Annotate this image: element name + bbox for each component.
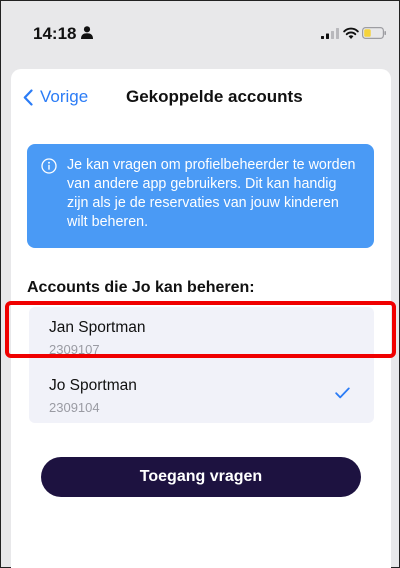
account-row-jo-sportman[interactable]: Jo Sportman 2309104 [29,365,374,423]
battery-icon [362,27,386,39]
chevron-left-icon [23,88,33,106]
back-label: Vorige [40,87,89,106]
status-time: 14:18 [33,24,77,43]
page-title: Gekoppelde accounts [126,87,303,106]
status-bar: 14:18 [1,1,399,63]
info-banner: Je kan vragen om profielbeheerder te wor… [27,144,374,248]
modal-sheet: Vorige Gekoppelde accounts Je kan vragen… [11,69,391,568]
person-icon [81,26,93,39]
signal-icon [321,28,339,39]
info-icon [41,158,57,174]
phone-frame: 14:18 Vorige Gekoppelde accounts Je kan … [0,0,400,568]
account-row-jan-sportman[interactable]: Jan Sportman 2309107 [29,307,374,365]
nav-bar: Vorige Gekoppelde accounts [11,69,391,123]
back-button[interactable]: Vorige [23,85,88,109]
checkmark-icon [335,387,350,399]
section-heading: Accounts die Jo kan beheren: [27,279,255,296]
wifi-icon [343,27,359,39]
account-name: Jan Sportman [49,319,146,336]
account-id: 2309107 [49,342,100,357]
account-name: Jo Sportman [49,377,137,394]
info-banner-text: Je kan vragen om profielbeheerder te wor… [67,157,356,230]
account-list: Jan Sportman 2309107 Jo Sportman 2309104 [29,307,374,423]
account-id: 2309104 [49,400,100,415]
request-access-button[interactable]: Toegang vragen [41,457,361,497]
